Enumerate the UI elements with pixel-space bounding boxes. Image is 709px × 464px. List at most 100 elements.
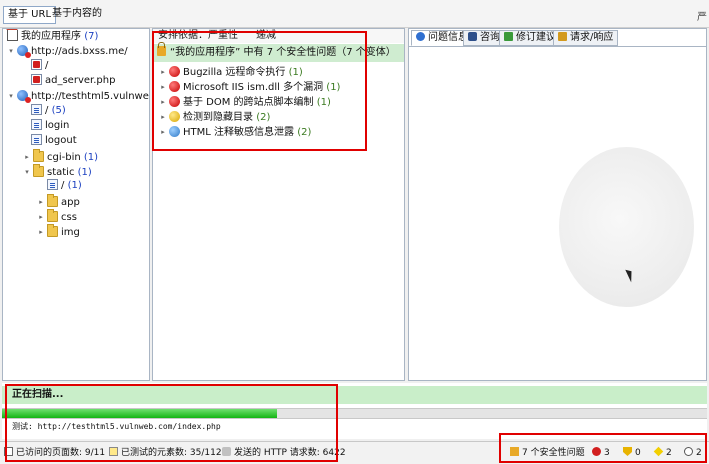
tree-item-count: (1) bbox=[67, 180, 82, 191]
high-severity-icon bbox=[169, 96, 180, 107]
tree-item-label: img bbox=[61, 227, 80, 238]
tree-item-label: cgi-bin bbox=[47, 152, 81, 163]
tree-item-ads-root[interactable]: / bbox=[31, 59, 48, 73]
tree-item-cgi-bin[interactable]: ▸ cgi-bin (1) bbox=[23, 149, 98, 163]
tree-item-label: / bbox=[61, 180, 65, 191]
high-severity-icon bbox=[592, 447, 601, 456]
expand-icon[interactable]: ▸ bbox=[159, 110, 167, 124]
tree-item-ads-bxss[interactable]: ▾ http://ads.bxss.me/ bbox=[7, 44, 128, 58]
issue-item-hidden-directory[interactable]: ▸ 检测到隐藏目录 (2) bbox=[159, 110, 270, 124]
security-issues-status[interactable]: 7 个安全性问题 bbox=[510, 447, 585, 459]
tree-item-testhtml5[interactable]: ▾http://testhtml5.vulnweb.com/ ( bbox=[7, 89, 149, 103]
issue-count: (2) bbox=[297, 127, 312, 138]
tree-item-testhtml5-root[interactable]: / (5) bbox=[31, 104, 66, 118]
issue-detail-pane: 问题信息 咨询 修订建议 请求/响应 bbox=[408, 28, 707, 381]
sort-by-label[interactable]: 安排依据：严重性 bbox=[158, 30, 238, 41]
expand-icon[interactable]: ▸ bbox=[37, 225, 45, 239]
info-severity-count[interactable]: 2 bbox=[684, 447, 702, 459]
scan-progress-fill bbox=[2, 409, 277, 418]
info-icon bbox=[416, 32, 425, 41]
collapse-icon[interactable]: ▾ bbox=[7, 44, 15, 58]
expand-icon[interactable]: ▸ bbox=[37, 195, 45, 209]
issue-item-iis-ism[interactable]: ▸ Microsoft IIS ism.dll 多个漏洞 (1) bbox=[159, 80, 340, 94]
info-count-value: 2 bbox=[696, 448, 702, 458]
high-severity-icon bbox=[169, 66, 180, 77]
tree-item-count: (1) bbox=[83, 152, 99, 163]
tree-item-label: http://ads.bxss.me/ bbox=[31, 46, 128, 57]
key-icon bbox=[558, 32, 567, 41]
status-bar: 已访问的页面数: 9/11 已测试的元素数: 35/112 发送的 HTTP 请… bbox=[0, 441, 709, 464]
tree-item-label: ad_server.php bbox=[45, 75, 116, 86]
info-severity-icon bbox=[169, 126, 180, 137]
tree-item-static-root[interactable]: / (1) bbox=[47, 179, 82, 193]
issue-count: (1) bbox=[326, 82, 341, 93]
medium-severity-count[interactable]: 0 bbox=[623, 447, 641, 459]
expand-icon[interactable]: ▸ bbox=[159, 65, 167, 79]
tab-fix-recommendation[interactable]: 修订建议 bbox=[499, 30, 561, 46]
tested-elements-status: 已测试的元素数: 35/112 bbox=[109, 447, 222, 459]
page-error-icon bbox=[31, 59, 42, 70]
issues-pane: 安排依据：严重性 递减 “我的应用程序” 中有 7 个安全性问题（7 个变体） ▸… bbox=[152, 28, 405, 381]
issue-detail-body bbox=[409, 46, 706, 380]
expand-icon[interactable]: ▸ bbox=[159, 125, 167, 139]
medium-count-value: 0 bbox=[635, 448, 641, 458]
tab-request-response[interactable]: 请求/响应 bbox=[553, 30, 619, 46]
collapse-icon[interactable]: ▾ bbox=[23, 165, 31, 179]
element-icon bbox=[109, 447, 118, 456]
info-severity-icon bbox=[684, 447, 693, 456]
issue-count: (1) bbox=[316, 97, 331, 108]
issues-header: 安排依据：严重性 递减 bbox=[153, 29, 404, 43]
tree-item-label: static bbox=[47, 167, 75, 178]
tree-item-img[interactable]: ▸ img bbox=[37, 224, 80, 238]
expand-icon[interactable]: ▸ bbox=[159, 80, 167, 94]
low-severity-icon bbox=[169, 111, 180, 122]
scan-status-title: 正在扫描... bbox=[2, 386, 707, 404]
scan-current-url: 测试: http://testhtml5.vulnweb.com/index.p… bbox=[12, 422, 221, 431]
tree-item-label: logout bbox=[45, 135, 77, 146]
expand-icon[interactable]: ▸ bbox=[159, 95, 167, 109]
issues-summary-row[interactable]: “我的应用程序” 中有 7 个安全性问题（7 个变体） bbox=[153, 42, 404, 62]
expand-icon[interactable]: ▸ bbox=[37, 210, 45, 224]
issue-item-html-comments[interactable]: ▸ HTML 注释敏感信息泄露 (2) bbox=[159, 125, 311, 139]
issue-count: (2) bbox=[256, 112, 271, 123]
low-severity-count[interactable]: 2 bbox=[653, 446, 672, 459]
folder-icon bbox=[47, 209, 58, 222]
security-issues-text: 7 个安全性问题 bbox=[522, 448, 585, 458]
issue-item-bugzilla[interactable]: ▸ Bugzilla 远程命令执行 (1) bbox=[159, 65, 303, 79]
high-count-value: 3 bbox=[604, 448, 610, 458]
tree-item-ad-server[interactable]: ad_server.php bbox=[31, 74, 115, 88]
tree-item-css[interactable]: ▸ css bbox=[37, 209, 77, 223]
tab-content-based[interactable]: 基于内容的 bbox=[48, 6, 106, 24]
watermark-logo bbox=[559, 147, 694, 307]
issue-item-dom-xss[interactable]: ▸ 基于 DOM 的跨站点脚本编制 (1) bbox=[159, 95, 331, 109]
low-severity-icon bbox=[653, 446, 664, 457]
home-icon bbox=[6, 29, 18, 41]
page-icon bbox=[31, 119, 42, 130]
send-request-icon bbox=[222, 447, 231, 456]
scan-progress-bar bbox=[2, 408, 707, 419]
issue-label: Bugzilla 远程命令执行 bbox=[183, 67, 286, 78]
tree-item-label: app bbox=[61, 197, 80, 208]
sort-order-label[interactable]: 递减 bbox=[256, 30, 276, 41]
issue-count: (1) bbox=[288, 67, 303, 78]
collapse-icon[interactable]: ▾ bbox=[7, 89, 15, 103]
tree-item-logout[interactable]: logout bbox=[31, 134, 77, 148]
view-tab-bar: 基于 URL 基于内容的 严 bbox=[0, 0, 709, 28]
http-requests-text: 发送的 HTTP 请求数: 6422 bbox=[234, 448, 346, 458]
folder-icon bbox=[47, 224, 58, 237]
high-severity-icon bbox=[169, 81, 180, 92]
tree-item-login[interactable]: login bbox=[31, 119, 69, 133]
tree-item-static[interactable]: ▾ static (1) bbox=[23, 164, 92, 178]
tree-item-label: / bbox=[45, 60, 49, 71]
tab-label: 问题信息 bbox=[428, 32, 468, 43]
tree-item-my-application[interactable]: 我的应用程序 (7) bbox=[6, 29, 98, 44]
expand-icon[interactable]: ▸ bbox=[23, 150, 31, 164]
tab-label: 请求/响应 bbox=[570, 32, 614, 43]
page-error-icon bbox=[31, 74, 42, 85]
issues-summary-text: “我的应用程序” 中有 7 个安全性问题（7 个变体） bbox=[170, 47, 396, 58]
visited-pages-status: 已访问的页面数: 9/11 bbox=[4, 447, 105, 459]
page-icon bbox=[4, 447, 13, 456]
tree-item-app[interactable]: ▸ app bbox=[37, 194, 80, 208]
high-severity-count[interactable]: 3 bbox=[592, 447, 610, 459]
folder-icon bbox=[47, 194, 58, 207]
